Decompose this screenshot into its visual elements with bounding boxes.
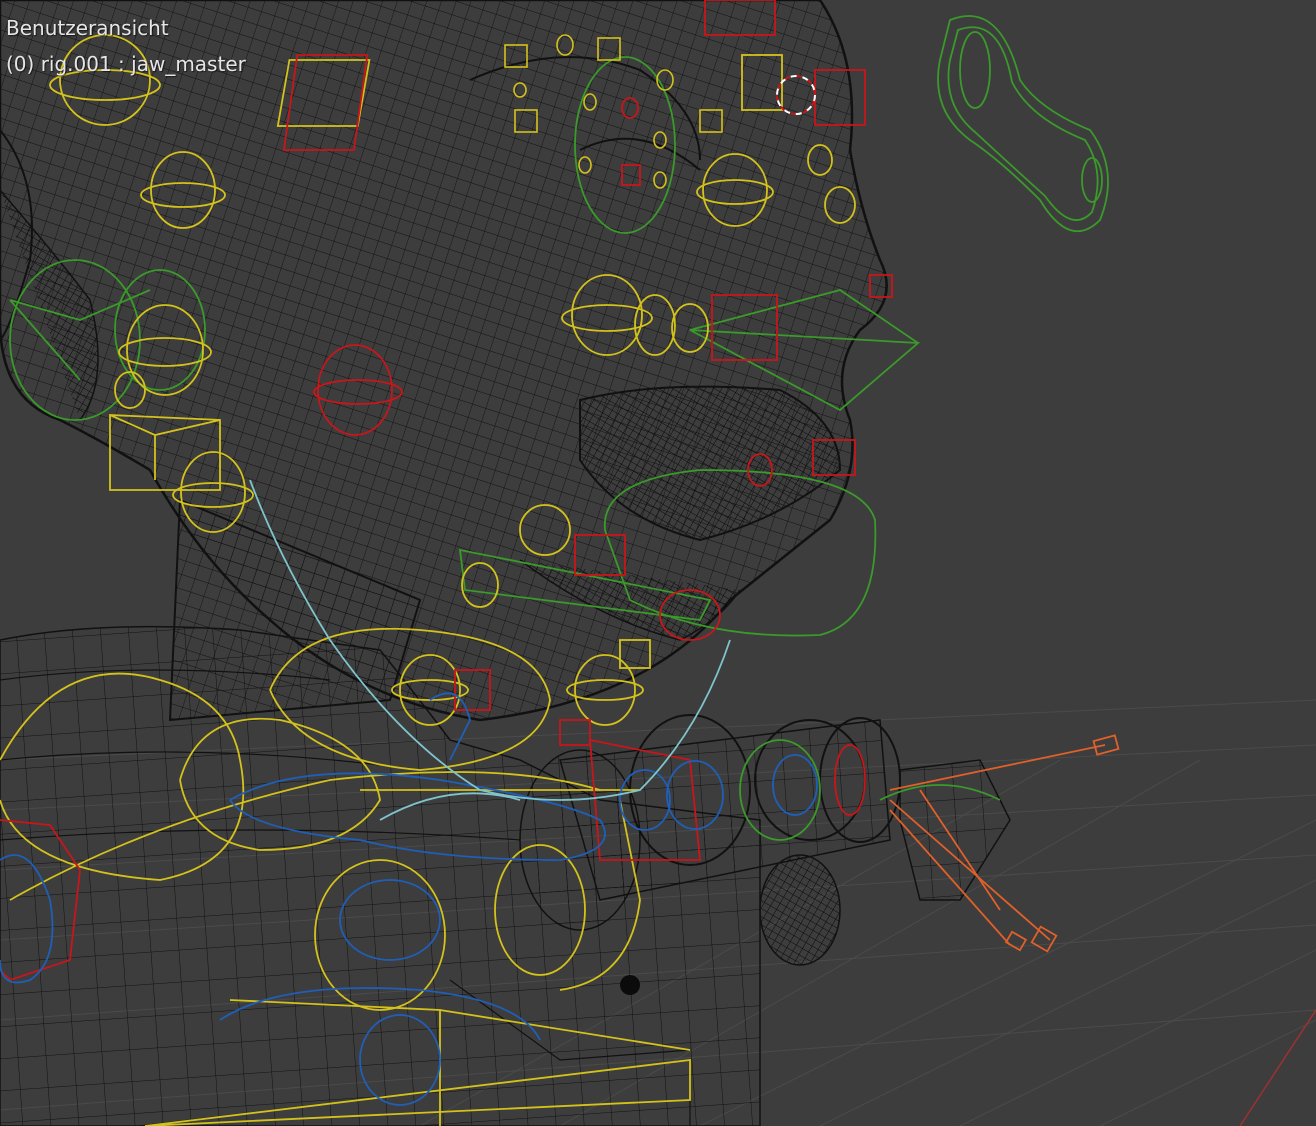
3d-viewport[interactable]: Benutzeransicht (0) rig.001 : jaw_master [0, 0, 1316, 1126]
scene-canvas[interactable] [0, 0, 1316, 1126]
x-axis-line [1239, 1009, 1316, 1126]
